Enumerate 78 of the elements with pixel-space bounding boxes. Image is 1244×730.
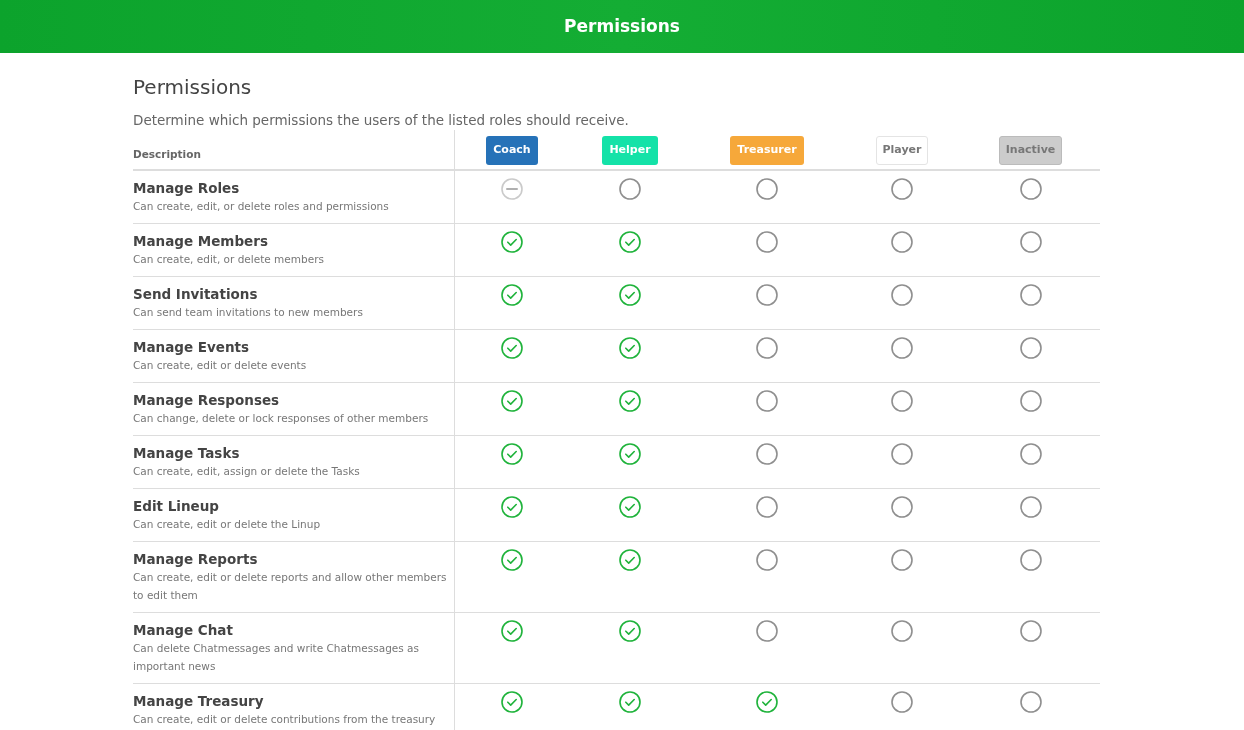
role-tag: Coach <box>486 136 538 165</box>
check-circle-icon[interactable] <box>619 390 641 413</box>
check-circle-icon[interactable] <box>501 337 523 360</box>
check-circle-icon[interactable] <box>501 496 523 519</box>
check-circle-icon[interactable] <box>619 443 641 466</box>
empty-circle-icon[interactable] <box>1019 178 1042 201</box>
check-circle-icon[interactable] <box>501 443 523 466</box>
role-tag: Helper <box>602 136 658 165</box>
role-tag: Treasurer <box>730 136 804 165</box>
empty-circle-icon[interactable] <box>891 390 913 413</box>
empty-circle-icon[interactable] <box>891 691 913 714</box>
empty-circle-icon[interactable] <box>891 231 913 254</box>
empty-circle-icon[interactable] <box>1019 496 1042 519</box>
check-circle-icon[interactable] <box>501 390 523 413</box>
check-circle-icon[interactable] <box>501 691 523 714</box>
empty-circle-icon[interactable] <box>756 284 778 307</box>
permission-title: Manage Responses <box>133 391 280 410</box>
empty-circle-icon[interactable] <box>891 496 913 519</box>
empty-circle-icon[interactable] <box>1019 549 1042 572</box>
empty-circle-icon[interactable] <box>891 443 913 466</box>
empty-circle-icon[interactable] <box>891 178 913 201</box>
empty-circle-icon[interactable] <box>756 337 778 360</box>
column-header: Description <box>133 146 201 162</box>
section-subtitle: Determine which permissions the users of the listed roles should receive. <box>133 111 630 130</box>
permission-description: Can create, edit, assign or delete the Tasks <box>133 464 360 480</box>
empty-circle-icon[interactable] <box>1019 284 1042 307</box>
empty-circle-icon[interactable] <box>756 496 778 519</box>
permission-title: Manage Events <box>133 338 250 357</box>
permission-title: Send Invitations <box>133 285 258 304</box>
empty-circle-icon[interactable] <box>891 549 913 572</box>
empty-circle-icon[interactable] <box>1019 337 1042 360</box>
section-heading: Permissions <box>133 74 253 101</box>
check-circle-icon[interactable] <box>501 620 523 643</box>
empty-circle-icon[interactable] <box>756 549 778 572</box>
permission-title: Manage Tasks <box>133 444 240 463</box>
role-tag: Player <box>875 136 929 165</box>
permission-title: Manage Reports <box>133 550 258 569</box>
empty-circle-icon[interactable] <box>891 620 913 643</box>
permission-description: Can create, edit or delete the Linup <box>133 517 321 533</box>
check-circle-icon[interactable] <box>501 284 523 307</box>
empty-circle-icon[interactable] <box>1019 620 1042 643</box>
check-circle-icon[interactable] <box>501 231 523 254</box>
permission-description: Can send team invitations to new members <box>133 305 363 321</box>
permission-description: Can create, edit, or delete roles and permissions <box>133 199 389 215</box>
permission-title: Manage Members <box>133 232 268 251</box>
permission-description: Can create, edit or delete events <box>133 358 307 374</box>
empty-circle-icon[interactable] <box>756 390 778 413</box>
permission-description: Can delete Chatmessages and write Chatmessages as important news <box>133 641 420 675</box>
permission-description: Can create, edit, or delete members <box>133 252 324 268</box>
empty-circle-icon[interactable] <box>1019 390 1042 413</box>
check-circle-icon[interactable] <box>619 231 641 254</box>
check-circle-icon[interactable] <box>619 284 641 307</box>
check-circle-icon[interactable] <box>619 337 641 360</box>
check-circle-icon[interactable] <box>619 496 641 519</box>
check-circle-icon[interactable] <box>501 549 523 572</box>
empty-circle-icon[interactable] <box>891 284 913 307</box>
permission-description: Can create, edit or delete contributions from the treasury <box>133 712 436 728</box>
empty-circle-icon[interactable] <box>619 178 641 201</box>
check-circle-icon[interactable] <box>619 620 641 643</box>
empty-circle-icon[interactable] <box>756 443 778 466</box>
empty-circle-icon[interactable] <box>891 337 913 360</box>
permission-title: Manage Roles <box>133 179 240 198</box>
empty-circle-icon[interactable] <box>756 231 778 254</box>
empty-circle-icon[interactable] <box>756 178 778 201</box>
permission-description: Can change, delete or lock responses of other members <box>133 411 429 427</box>
empty-circle-icon[interactable] <box>1019 231 1042 254</box>
permission-title: Manage Treasury <box>133 692 264 711</box>
empty-circle-icon[interactable] <box>1019 443 1042 466</box>
permission-title: Edit Lineup <box>133 497 219 516</box>
page-title: Permissions <box>564 14 680 38</box>
empty-circle-icon[interactable] <box>1019 691 1042 714</box>
permission-description: Can create, edit or delete reports and allow other members to edit them <box>133 570 448 604</box>
check-circle-icon[interactable] <box>619 691 641 714</box>
check-circle-icon[interactable] <box>756 691 778 714</box>
role-tag: Inactive <box>998 136 1063 165</box>
permission-title: Manage Chat <box>133 621 233 640</box>
check-circle-icon[interactable] <box>619 549 641 572</box>
empty-circle-icon[interactable] <box>756 620 778 643</box>
